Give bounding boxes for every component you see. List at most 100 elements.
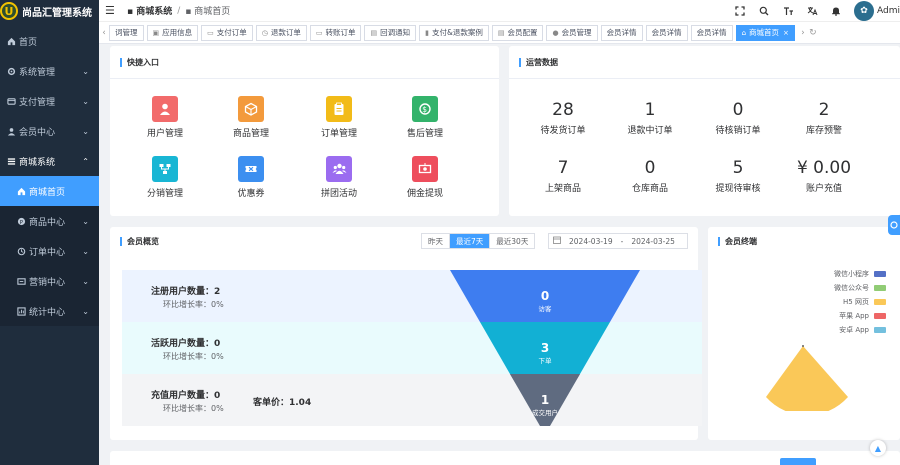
tab-item[interactable]: 会员详情 — [690, 24, 733, 41]
legend-item[interactable]: H5 网页 — [843, 297, 886, 307]
back-to-top-button[interactable]: ▲ — [870, 440, 886, 456]
bell-icon[interactable] — [830, 5, 842, 17]
fullscreen-icon[interactable] — [734, 5, 746, 17]
member-overview-card: 会员概览 昨天 最近7天 最近30天 2024-03-19 - 2024-03-… — [110, 227, 702, 440]
tab-item[interactable]: 词管理 — [109, 24, 144, 41]
sidebar-item-order[interactable]: 订单中心 ⌄ — [0, 236, 99, 266]
breadcrumb-separator: / — [177, 5, 181, 16]
tab-item[interactable]: ▤ 回调通知 — [364, 24, 417, 41]
quick-entry-order[interactable]: 订单管理 — [304, 96, 374, 139]
date-end: 2024-03-25 — [631, 236, 675, 246]
funnel-label: 下单 — [539, 356, 553, 365]
stat-sub: 环比增长率：0% — [163, 352, 224, 361]
avatar[interactable]: ✿ — [854, 1, 875, 21]
tab-scroll-left-icon[interactable]: ‹ — [99, 28, 109, 38]
legend-swatch — [874, 299, 886, 305]
ops-stat[interactable]: 1 退款中订单 — [605, 100, 695, 136]
app-title: 尚品汇管理系统 — [22, 7, 92, 19]
sidebar-item-label: 系统管理 — [19, 67, 56, 78]
sidebar-item-mall[interactable]: 商城系统 ⌃ — [0, 146, 99, 176]
range-last-30-days[interactable]: 最近30天 — [490, 234, 534, 248]
quick-entry-card: 快捷入口 用户管理 商品管理 订单管理 $ 售后管理 分销管理 优惠券 拼团活动… — [110, 46, 499, 216]
chevron-down-icon: ⌄ — [82, 66, 89, 76]
breadcrumb-root[interactable]: ▪ 商城系统 — [127, 4, 172, 17]
app-icon: ▣ — [152, 28, 160, 37]
shop-icon — [6, 156, 16, 166]
translate-icon[interactable] — [806, 5, 818, 17]
tab-item[interactable]: ◷ 退款订单 — [255, 24, 307, 41]
ops-stat[interactable]: 5 提现待审核 — [693, 158, 783, 194]
tab-item[interactable]: ▮ 支付&退款案例 — [419, 24, 489, 41]
card-icon — [6, 96, 16, 106]
tab-item[interactable]: ▭ 支付订单 — [201, 24, 253, 41]
group-icon — [326, 156, 352, 182]
funnel-stage-deals-fill — [510, 374, 580, 394]
chart-icon — [16, 306, 26, 316]
tab-item[interactable]: ▭ 转账订单 — [309, 24, 362, 41]
ops-stat[interactable]: 28 待发货订单 — [518, 100, 608, 136]
sidebar-item-payment[interactable]: 支付管理 ⌄ — [0, 86, 99, 116]
range-yesterday[interactable]: 昨天 — [422, 234, 450, 248]
font-size-icon[interactable] — [782, 5, 794, 17]
chevron-down-icon: ⌄ — [82, 276, 89, 286]
sidebar-item-marketing[interactable]: 营销中心 ⌄ — [0, 266, 99, 296]
marketing-icon — [16, 276, 26, 286]
quick-entry-coupon[interactable]: 优惠券 — [216, 156, 286, 199]
tab-item[interactable]: ▣ 应用信息 — [146, 24, 199, 41]
sidebar-menu: 首页 系统管理 ⌄ 支付管理 ⌄ 会员中心 ⌄ 商城系统 ⌃ 商城首页 P 商品… — [0, 26, 99, 326]
range-last-7-days[interactable]: 最近7天 — [450, 234, 491, 248]
pie-slice-h5[interactable] — [766, 346, 848, 411]
tab-item-active[interactable]: ⌂ 商城首页 × — [735, 24, 795, 41]
tab-scroll-right-icon[interactable]: › — [798, 28, 808, 38]
sidebar-item-home[interactable]: 首页 — [0, 26, 99, 56]
close-icon[interactable]: × — [783, 29, 789, 37]
user-icon — [6, 126, 16, 136]
sidebar-item-mall-home[interactable]: 商城首页 — [0, 176, 99, 206]
tab-item[interactable]: 会员详情 — [645, 24, 688, 41]
sidebar: U 尚品汇管理系统 首页 系统管理 ⌄ 支付管理 ⌄ 会员中心 ⌄ 商城系统 ⌃… — [0, 0, 99, 465]
chevron-down-icon: ⌄ — [82, 306, 89, 316]
tab-item[interactable]: ● 会员管理 — [546, 24, 598, 41]
sidebar-item-goods[interactable]: P 商品中心 ⌄ — [0, 206, 99, 236]
admin-name[interactable]: Admi — [877, 6, 900, 16]
settings-float-button[interactable] — [888, 215, 900, 235]
quick-entry-user[interactable]: 用户管理 — [130, 96, 200, 139]
ticket-icon — [238, 156, 264, 182]
funnel-value: 1 — [541, 393, 549, 407]
legend-item[interactable]: 微信小程序 — [834, 269, 886, 279]
legend-item[interactable]: 微信公众号 — [834, 283, 886, 293]
sidebar-item-statistics[interactable]: 统计中心 ⌄ — [0, 296, 99, 326]
legend-swatch — [874, 285, 886, 291]
date-start: 2024-03-19 — [569, 236, 613, 246]
tab-item[interactable]: ▤ 会员配置 — [491, 24, 544, 41]
quick-entry-group-buy[interactable]: 拼团活动 — [304, 156, 374, 199]
bottom-card-button[interactable] — [780, 458, 816, 465]
goods-icon: P — [16, 216, 26, 226]
refresh-icon[interactable]: ↻ — [808, 28, 818, 38]
sidebar-item-label: 支付管理 — [19, 97, 56, 108]
ops-stat[interactable]: 7 上架商品 — [518, 158, 608, 194]
ops-stat[interactable]: 0 仓库商品 — [605, 158, 695, 194]
tab-item[interactable]: 会员详情 — [600, 24, 643, 41]
hamburger-icon[interactable]: ☰ — [105, 4, 117, 17]
quick-entry-aftersale[interactable]: $ 售后管理 — [390, 96, 460, 139]
home-icon — [6, 36, 16, 46]
quick-entry-goods[interactable]: 商品管理 — [216, 96, 286, 139]
ops-stat[interactable]: ¥ 0.00 账户充值 — [779, 158, 869, 194]
quick-entry-commission[interactable]: 佣金提现 — [390, 156, 460, 199]
money-icon: $ — [412, 96, 438, 122]
svg-text:$: $ — [422, 105, 427, 114]
legend-item[interactable]: 苹果 App — [839, 311, 886, 321]
range-selector: 昨天 最近7天 最近30天 — [421, 233, 536, 249]
ops-stat[interactable]: 2 库存预警 — [779, 100, 869, 136]
sidebar-item-system[interactable]: 系统管理 ⌄ — [0, 56, 99, 86]
legend-item[interactable]: 安卓 App — [839, 325, 886, 335]
quick-entry-distribution[interactable]: 分销管理 — [130, 156, 200, 199]
sidebar-item-member[interactable]: 会员中心 ⌄ — [0, 116, 99, 146]
ops-stat[interactable]: 0 待核销订单 — [693, 100, 783, 136]
date-range-picker[interactable]: 2024-03-19 - 2024-03-25 — [548, 233, 688, 249]
sidebar-item-label: 商品中心 — [29, 217, 66, 228]
stat-main: 活跃用户数量：0 — [151, 339, 221, 349]
search-icon[interactable] — [758, 5, 770, 17]
divider — [509, 78, 900, 79]
